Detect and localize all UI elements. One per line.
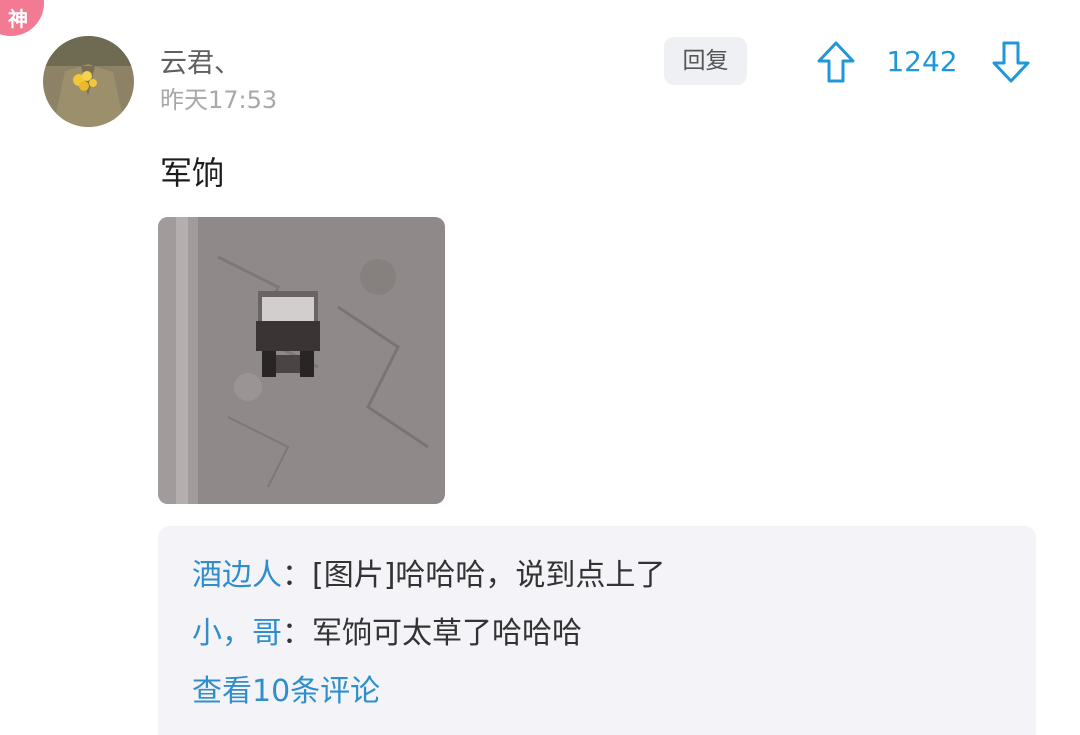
reply-button[interactable]: 回复 xyxy=(664,37,747,85)
post-timestamp: 昨天17:53 xyxy=(160,86,278,114)
post-content: 军饷 xyxy=(160,154,225,192)
downvote-icon[interactable] xyxy=(991,40,1031,84)
comment-item[interactable]: 酒边人：[图片]哈哈哈，说到点上了 xyxy=(192,556,665,596)
view-more-comments-link[interactable]: 查看10条评论 xyxy=(192,672,380,712)
comments-preview: 酒边人：[图片]哈哈哈，说到点上了 小，哥：军饷可太草了哈哈哈 查看10条评论 xyxy=(158,526,1036,735)
avatar[interactable] xyxy=(43,36,134,127)
comment-separator: ： xyxy=(282,558,312,593)
post-image[interactable] xyxy=(158,217,445,504)
comment-author[interactable]: 小，哥 xyxy=(192,616,282,651)
vote-count: 1242 xyxy=(886,45,958,78)
username[interactable]: 云君、 xyxy=(160,46,241,82)
upvote-icon[interactable] xyxy=(816,40,856,84)
god-comment-badge: 神 xyxy=(0,0,44,36)
comment-text: [图片]哈哈哈，说到点上了 xyxy=(312,558,666,593)
comment-text: 军饷可太草了哈哈哈 xyxy=(312,616,582,651)
comment-item[interactable]: 小，哥：军饷可太草了哈哈哈 xyxy=(192,614,582,654)
post-card: 神 云君、 昨天17:53 回复 1242 军饷 酒边人：[图片]哈哈哈，说到点… xyxy=(0,0,1080,735)
comment-separator: ： xyxy=(282,616,312,651)
comment-author[interactable]: 酒边人 xyxy=(192,558,282,593)
god-badge-label: 神 xyxy=(8,7,28,31)
